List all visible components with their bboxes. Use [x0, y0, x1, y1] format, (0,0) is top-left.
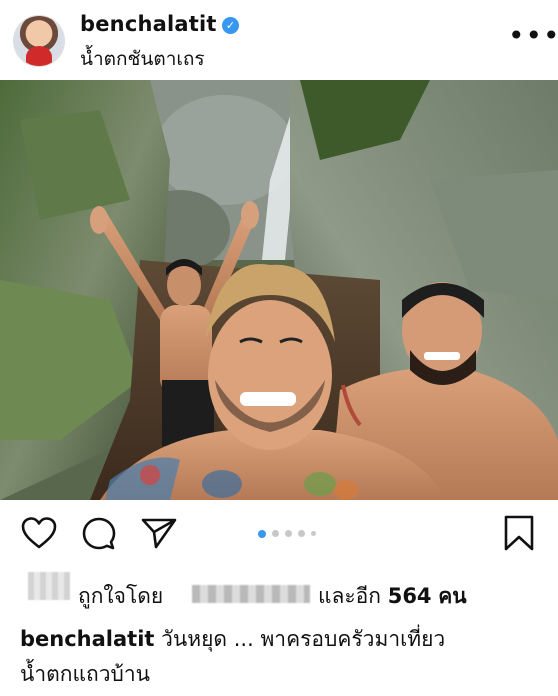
carousel-dot — [285, 530, 292, 537]
likes-suffix: และอีก 564 คน — [318, 584, 467, 608]
caption-username[interactable]: benchalatit — [20, 627, 154, 651]
liker-avatar — [28, 572, 70, 600]
likes-prefix: ถูกใจโดย — [78, 584, 164, 608]
more-options-icon[interactable]: ••• — [508, 22, 558, 50]
send-icon[interactable] — [140, 516, 178, 554]
post-photo[interactable] — [0, 80, 558, 500]
carousel-dot — [272, 530, 279, 537]
heart-icon[interactable] — [20, 516, 58, 554]
post-header: benchalatit ✓ น้ำตกชันตาเถร ••• — [0, 0, 558, 80]
likes-summary[interactable]: ถูกใจโดย และอีก 564 คน — [20, 572, 550, 612]
bookmark-icon[interactable] — [502, 514, 536, 556]
carousel-dot-active — [258, 529, 266, 538]
likes-unit: คน — [438, 584, 467, 608]
profile-avatar[interactable] — [14, 16, 64, 66]
likes-count: 564 — [387, 584, 432, 608]
post-username[interactable]: benchalatit — [80, 12, 217, 36]
action-bar — [0, 500, 558, 570]
caption-text-line1: วันหยุด ... พาครอบครัวมาเที่ยว — [161, 627, 446, 651]
comment-icon[interactable] — [81, 516, 117, 556]
liker-name-blurred — [192, 585, 310, 603]
post-location[interactable]: น้ำตกชันตาเถร — [80, 44, 205, 74]
carousel-dot — [311, 531, 316, 536]
verified-badge-icon: ✓ — [222, 17, 239, 34]
carousel-dot — [298, 530, 305, 537]
post-caption: benchalatit วันหยุด ... พาครอบครัวมาเที่… — [20, 622, 550, 692]
caption-text-line2: น้ำตกแถวบ้าน — [20, 662, 151, 686]
